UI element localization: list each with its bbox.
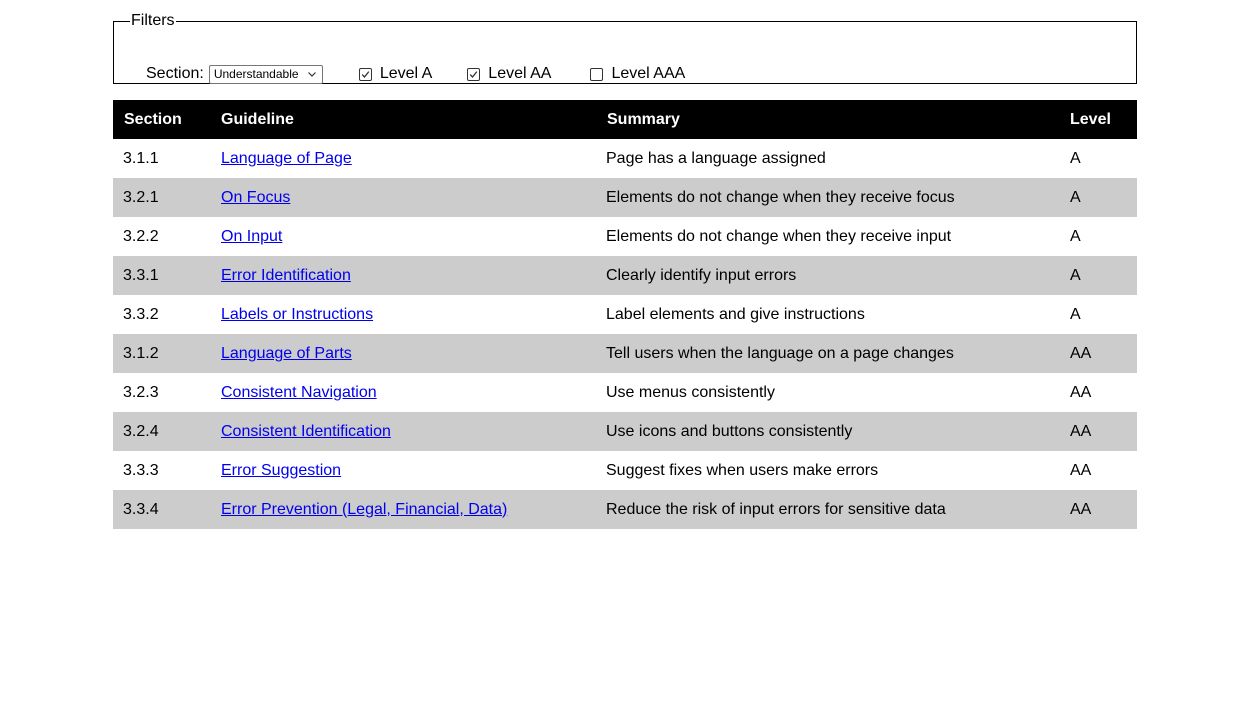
table-row: 3.3.4 Error Prevention (Legal, Financial,… xyxy=(113,490,1137,529)
row-summary: Reduce the risk of input errors for sens… xyxy=(596,490,1059,529)
level-aaa-label: Level AAA xyxy=(611,65,686,82)
row-guideline: Language of Page xyxy=(210,139,596,178)
guideline-link[interactable]: On Input xyxy=(221,228,282,245)
checkmark-icon xyxy=(361,70,370,78)
row-section: 3.2.4 xyxy=(113,412,210,451)
level-a-label: Level A xyxy=(379,65,433,82)
header-guideline: Guideline xyxy=(210,100,596,139)
row-guideline: Consistent Identification xyxy=(210,412,596,451)
guideline-link[interactable]: Labels or Instructions xyxy=(221,306,373,323)
guideline-link[interactable]: Consistent Identification xyxy=(221,423,391,440)
table-body: 3.1.1 Language of Page Page has a language… xyxy=(113,139,1137,529)
table-row: 3.3.3 Error Suggestion Suggest fixes when … xyxy=(113,451,1137,490)
row-section: 3.2.2 xyxy=(123,227,159,245)
guideline-link[interactable]: Language of Parts xyxy=(221,345,352,362)
row-section: 3.3.1 xyxy=(113,256,210,295)
row-summary: Suggest fixes when users make errors xyxy=(606,461,879,479)
row-summary: Label elements and give instructions xyxy=(606,305,865,323)
section-label: Section: xyxy=(146,65,204,82)
level-aaa-filter[interactable]: Level AAA xyxy=(590,65,685,83)
row-level: A xyxy=(1059,256,1137,295)
row-guideline: Error Prevention (Legal, Financial, Data… xyxy=(210,490,596,529)
row-section: 3.3.4 xyxy=(113,490,210,529)
level-aaa-checkbox[interactable] xyxy=(590,67,604,81)
row-summary: Elements do not change when they receive… xyxy=(606,227,952,245)
table-row: 3.3.2 Labels or Instructions Label element… xyxy=(113,295,1137,334)
row-guideline: Language of Parts xyxy=(210,334,596,373)
header-level: Level xyxy=(1059,100,1137,139)
filters-row: Section: Understandable Level A Level AA… xyxy=(146,63,685,85)
filters-fieldset: Filters Section: Understandable Level A xyxy=(113,12,1137,84)
level-aa-filter[interactable]: Level AA xyxy=(467,65,551,83)
table-row: 3.2.3 Consistent Navigation Use menus cons… xyxy=(113,373,1137,412)
row-section: 3.3.3 xyxy=(123,461,159,479)
table-row: 3.1.2 Language of Parts Tell users when th… xyxy=(113,334,1137,373)
row-section: 3.2.3 xyxy=(123,383,159,401)
row-guideline: On Input xyxy=(210,217,596,256)
row-level: A xyxy=(1070,305,1081,323)
row-guideline: On Focus xyxy=(210,178,596,217)
row-summary: Use icons and buttons consistently xyxy=(596,412,1059,451)
checkmark-icon xyxy=(470,70,478,78)
row-level: A xyxy=(1070,149,1081,167)
level-aa-label: Level AA xyxy=(488,65,552,82)
header-summary: Summary xyxy=(596,100,1059,139)
row-level: AA xyxy=(1059,412,1137,451)
section-select[interactable]: Understandable xyxy=(208,64,323,84)
row-section: 3.3.2 xyxy=(123,305,159,323)
row-guideline: Error Suggestion xyxy=(210,451,596,490)
row-summary: Tell users when the language on a page c… xyxy=(596,334,1059,373)
guideline-link[interactable]: Error Identification xyxy=(221,267,351,284)
row-level: AA xyxy=(1059,334,1137,373)
level-a-checkbox[interactable] xyxy=(358,67,372,81)
row-summary: Elements do not change when they receive… xyxy=(596,178,1059,217)
table-row: 3.2.1 On Focus Elements do not change when… xyxy=(113,178,1137,217)
level-a-filter[interactable]: Level A xyxy=(358,65,433,83)
table-row: 3.3.1 Error Identification Clearly identif… xyxy=(113,256,1137,295)
row-guideline: Consistent Navigation xyxy=(210,373,596,412)
row-section: 3.1.1 xyxy=(123,149,159,167)
guideline-link[interactable]: On Focus xyxy=(221,189,290,206)
row-level: AA xyxy=(1070,383,1092,401)
page-content: Filters Section: Understandable Level A xyxy=(113,12,1137,529)
chevron-down-icon xyxy=(307,71,316,77)
row-guideline: Labels or Instructions xyxy=(210,295,596,334)
row-summary: Use menus consistently xyxy=(606,383,775,401)
row-summary: Page has a language assigned xyxy=(606,149,826,167)
header-section: Section xyxy=(113,100,210,139)
table-row: 3.2.2 On Input Elements do not change when… xyxy=(113,217,1137,256)
row-section: 3.2.1 xyxy=(113,178,210,217)
table-row: 3.1.1 Language of Page Page has a language… xyxy=(113,139,1137,178)
table-header-row: Section Guideline Summary Level xyxy=(113,100,1137,139)
filters-legend: Filters xyxy=(131,12,175,29)
row-summary: Clearly identify input errors xyxy=(596,256,1059,295)
level-aa-checkbox[interactable] xyxy=(467,67,481,81)
guideline-link[interactable]: Consistent Navigation xyxy=(221,384,377,401)
section-select-value: Understandable xyxy=(213,67,299,81)
guidelines-table: Section Guideline Summary Level 3.1.1 Lan… xyxy=(113,100,1137,529)
guideline-link[interactable]: Language of Page xyxy=(221,150,352,167)
row-level: AA xyxy=(1059,490,1137,529)
row-section: 3.1.2 xyxy=(113,334,210,373)
guideline-link[interactable]: Error Prevention (Legal, Financial, Data… xyxy=(221,501,507,518)
row-level: AA xyxy=(1070,461,1092,479)
table-row: 3.2.4 Consistent Identification Use icons … xyxy=(113,412,1137,451)
row-level: A xyxy=(1070,227,1081,245)
row-guideline: Error Identification xyxy=(210,256,596,295)
row-level: A xyxy=(1059,178,1137,217)
guideline-link[interactable]: Error Suggestion xyxy=(221,462,341,479)
